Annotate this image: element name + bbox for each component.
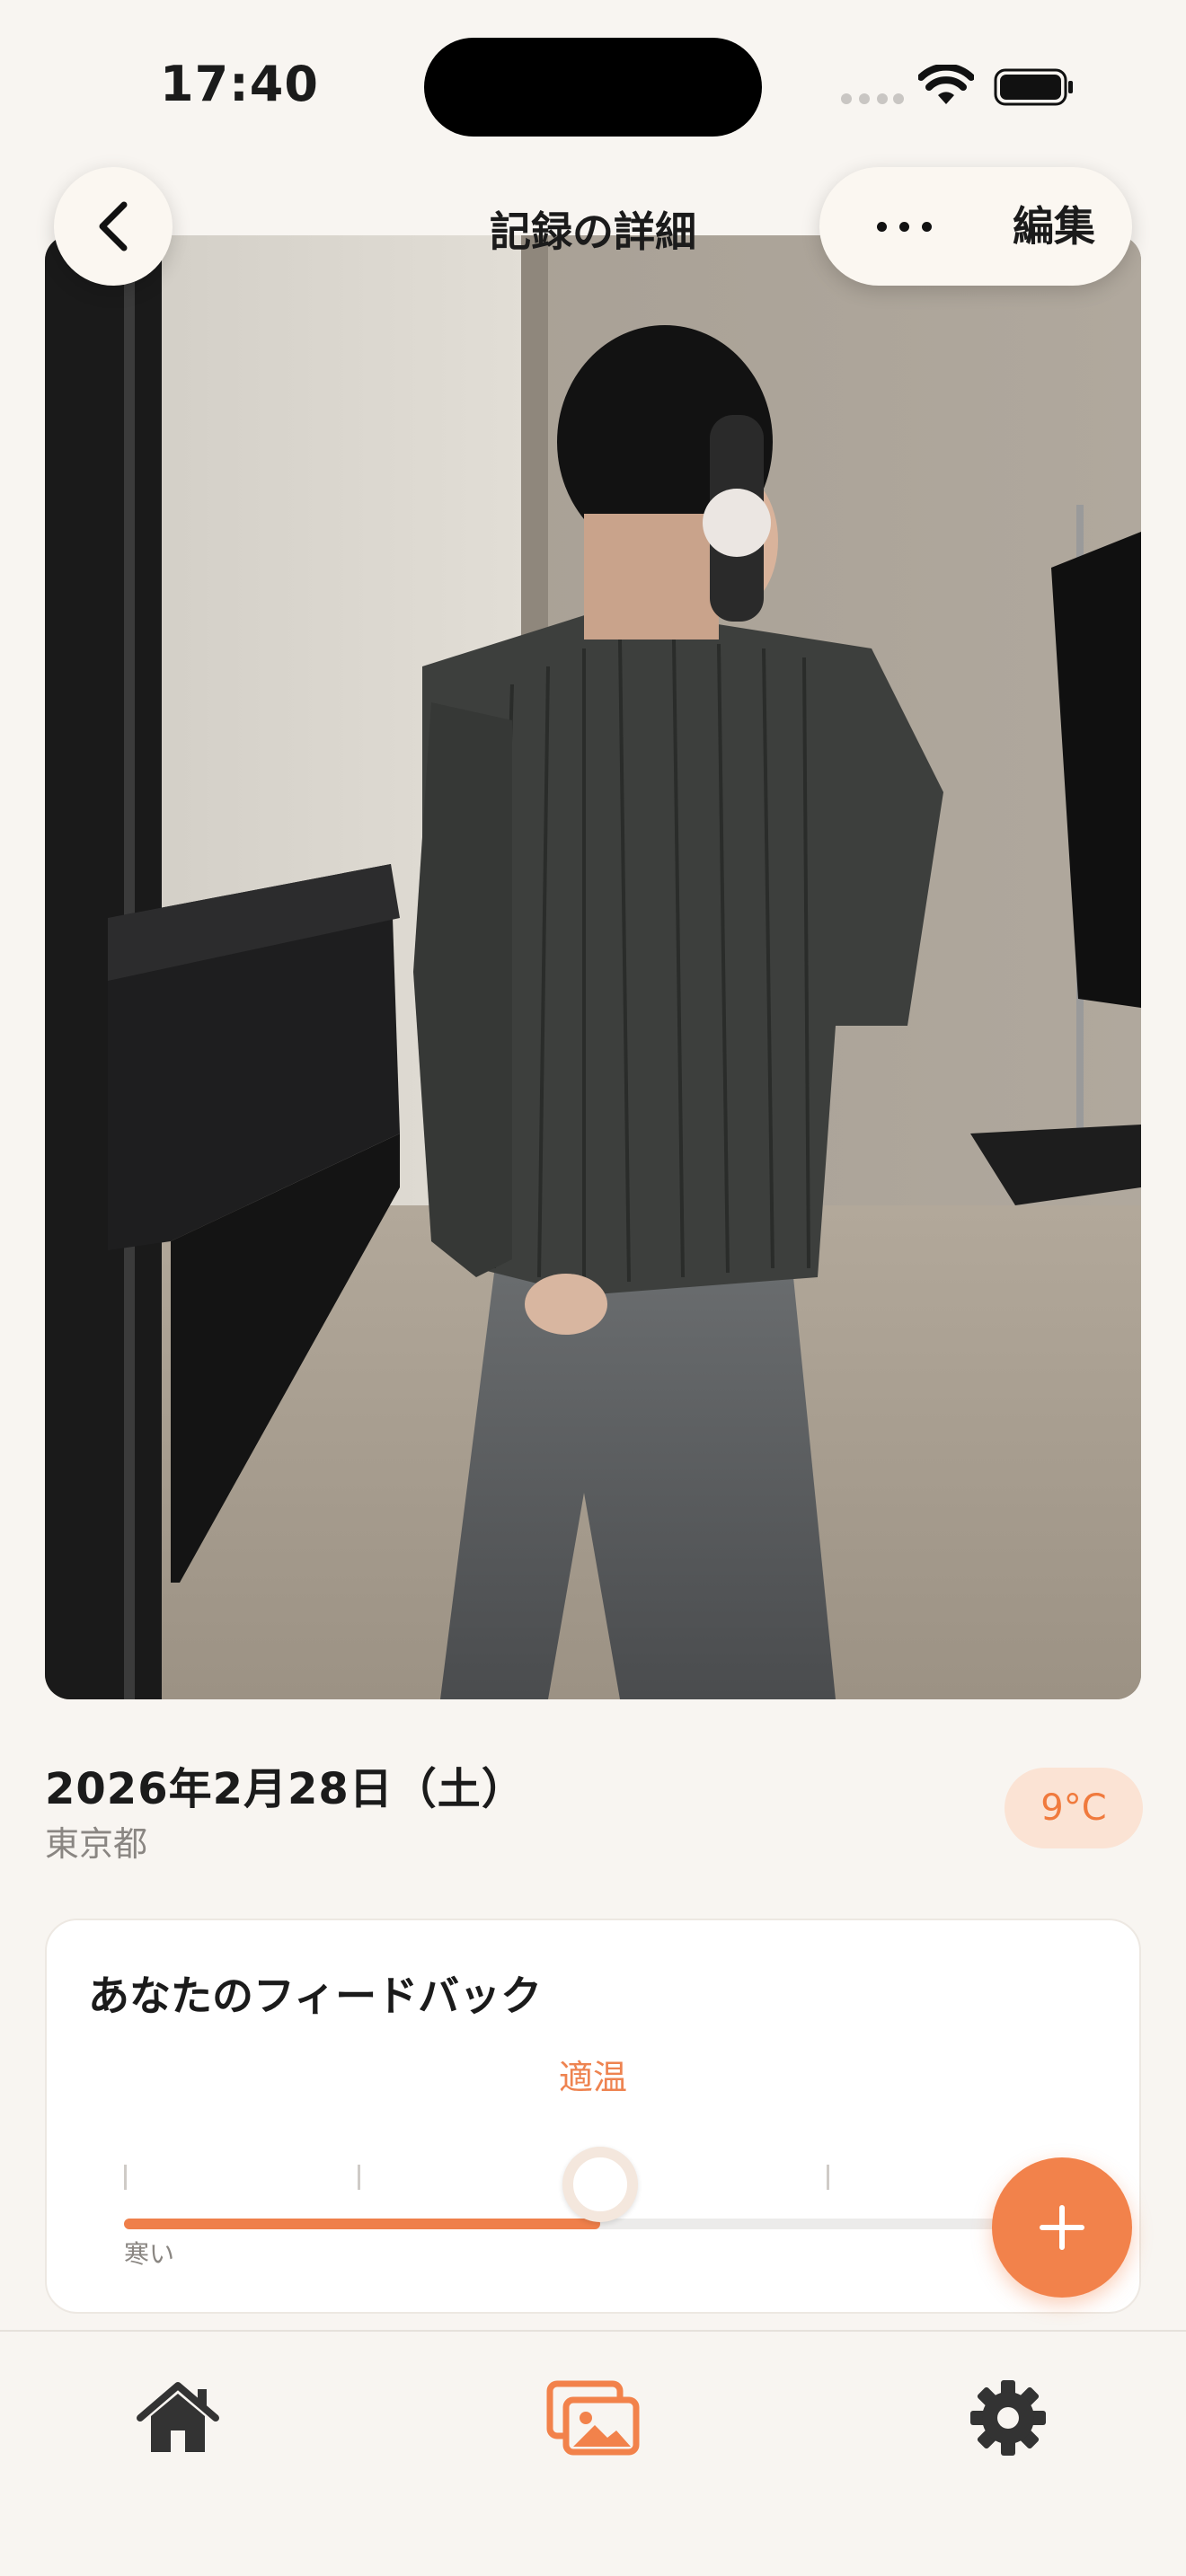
edit-button[interactable]: 編集 (996, 198, 1112, 255)
chevron-left-icon (99, 201, 128, 251)
scale-min-label: 寒い (124, 2239, 175, 2269)
more-icon-dot (921, 221, 932, 232)
gear-icon (970, 2380, 1046, 2456)
more-button[interactable] (859, 201, 949, 251)
home-indicator (395, 2547, 791, 2560)
temperature-badge: 9°C (1005, 1768, 1143, 1848)
feedback-slider-fill (124, 2219, 600, 2229)
feedback-title: あなたのフィードバック (88, 1972, 543, 2020)
add-record-button[interactable] (992, 2157, 1132, 2298)
feedback-value-label: 適温 (558, 2058, 627, 2097)
tab-settings[interactable] (954, 2373, 1062, 2463)
tab-photos[interactable] (539, 2373, 647, 2463)
outfit-photo[interactable] (45, 235, 1141, 1699)
slider-tick (358, 2165, 360, 2190)
slider-tick (827, 2165, 829, 2190)
nav-actions-group: 編集 (819, 167, 1132, 286)
plus-icon (1040, 2205, 1084, 2250)
dynamic-island (424, 38, 762, 137)
home-icon (137, 2382, 219, 2452)
feedback-slider-thumb[interactable] (562, 2147, 638, 2222)
tab-home[interactable] (124, 2373, 232, 2463)
battery-icon (994, 68, 1073, 106)
more-icon-dot (876, 221, 887, 232)
wifi-icon (918, 65, 974, 104)
tab-bar (0, 2330, 1186, 2576)
slider-tick (124, 2165, 127, 2190)
back-button[interactable] (54, 167, 173, 286)
status-time: 17:40 (160, 56, 319, 112)
screen: 17:40 記録の詳細 編集 2026年2月28日（土） 東京都 9°C あなた… (0, 0, 1186, 2576)
page-title: 記録の詳細 (490, 207, 696, 256)
outfit-photo-image (45, 235, 1141, 1699)
record-location: 東京都 (45, 1824, 148, 1864)
feedback-card: あなたのフィードバック 適温 寒い (45, 1919, 1141, 2314)
more-icon-dot (898, 221, 909, 232)
cellular-signal-icon (841, 93, 904, 106)
photos-icon (546, 2380, 640, 2456)
record-date: 2026年2月28日（土） (45, 1764, 526, 1814)
